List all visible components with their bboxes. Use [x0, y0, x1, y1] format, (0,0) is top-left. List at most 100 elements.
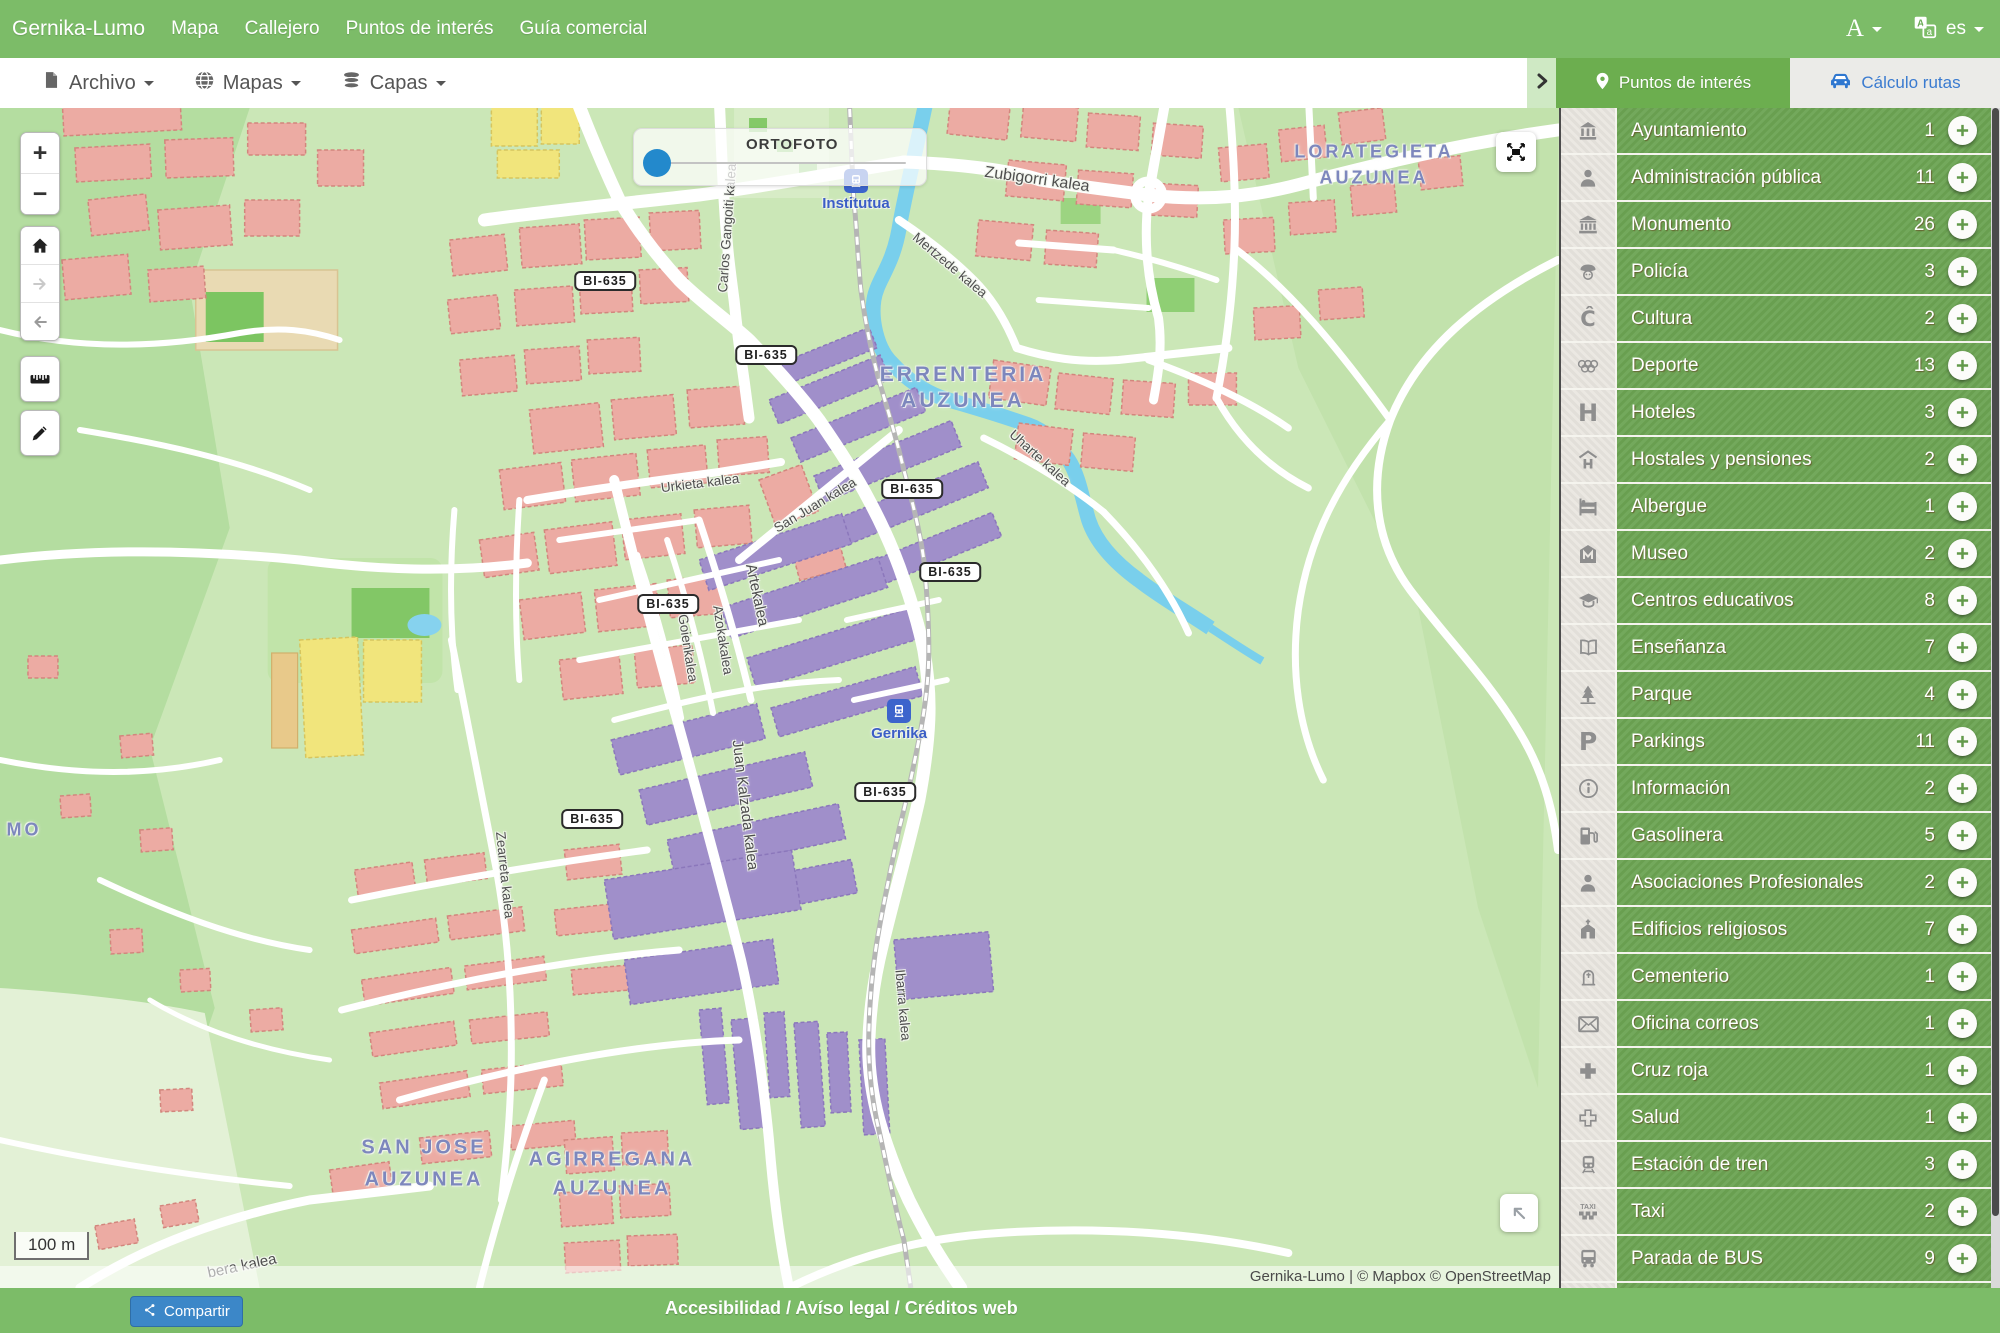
add-category-button[interactable] [1948, 163, 1977, 192]
nav-link-mapa[interactable]: Mapa [171, 18, 219, 40]
add-category-button[interactable] [1948, 351, 1977, 380]
sidebar-item-hoteles[interactable]: H Hoteles 3 [1561, 388, 1991, 435]
sidebar-item-taxi[interactable]: TAXI Taxi 2 [1561, 1187, 1991, 1234]
poi-category-label: Cultura [1631, 308, 1924, 330]
poi-category-label: Información [1631, 778, 1924, 800]
sidebar-collapse-button[interactable] [1527, 58, 1556, 108]
home-button[interactable] [21, 227, 59, 264]
add-category-button[interactable] [1948, 445, 1977, 474]
add-category-button[interactable] [1948, 116, 1977, 145]
sidebar-item-deporte[interactable]: Deporte 13 [1561, 341, 1991, 388]
add-category-button[interactable] [1948, 1197, 1977, 1226]
poi-category-count: 8 [1924, 590, 1935, 612]
font-size-control[interactable]: A [1846, 15, 1864, 43]
area-label: AUZUNEA [901, 389, 1025, 413]
add-category-button[interactable] [1948, 680, 1977, 709]
add-category-button[interactable] [1948, 1244, 1977, 1273]
sidebar-item-centros-educativos[interactable]: Centros educativos 8 [1561, 576, 1991, 623]
sidebar-item-cementerio[interactable]: Cementerio 1 [1561, 952, 1991, 999]
sidebar-item-clipped[interactable] [1561, 1281, 1991, 1288]
sidebar-item-policia[interactable]: Policía 3 [1561, 247, 1991, 294]
sidebar-item-parque[interactable]: Parque 4 [1561, 670, 1991, 717]
poi-category-label: Salud [1631, 1107, 1924, 1129]
info-icon [1561, 766, 1617, 811]
footer-links[interactable]: Accesibilidad / Avíso legal / Créditos w… [665, 1298, 1018, 1319]
add-category-button[interactable] [1948, 915, 1977, 944]
opacity-slider-knob[interactable] [643, 149, 671, 177]
measure-button[interactable] [20, 356, 60, 402]
sidebar-item-cruz-roja[interactable]: Cruz roja 1 [1561, 1046, 1991, 1093]
red-cross-icon [1561, 1048, 1617, 1093]
forward-button[interactable] [21, 264, 59, 302]
nav-link-callejero[interactable]: Callejero [245, 18, 320, 40]
sidebar-item-ayuntamiento[interactable]: Ayuntamiento 1 [1561, 108, 1991, 153]
poi-category-count: 2 [1924, 1201, 1935, 1223]
sidebar-item-albergue[interactable]: Albergue 1 [1561, 482, 1991, 529]
sidebar-item-hostales[interactable]: Hostales y pensiones 2 [1561, 435, 1991, 482]
sidebar-item-informacion[interactable]: Información 2 [1561, 764, 1991, 811]
add-category-button[interactable] [1948, 539, 1977, 568]
add-category-button[interactable] [1948, 774, 1977, 803]
map-canvas [0, 108, 1559, 1288]
fullscreen-icon [1504, 140, 1528, 164]
chevron-down-icon [291, 81, 301, 91]
fullscreen-button[interactable] [1496, 132, 1536, 172]
nav-link-guia[interactable]: Guía comercial [519, 18, 647, 40]
add-category-button[interactable] [1948, 1150, 1977, 1179]
sidebar-item-administracion-publica[interactable]: Administración pública 11 [1561, 153, 1991, 200]
menu-archivo[interactable]: Archivo [42, 69, 154, 97]
add-category-button[interactable] [1948, 210, 1977, 239]
menu-mapas[interactable]: Mapas [194, 70, 301, 97]
menu-capas[interactable]: Capas [341, 70, 446, 97]
sidebar-item-salud[interactable]: Salud 1 [1561, 1093, 1991, 1140]
add-category-button[interactable] [1948, 821, 1977, 850]
add-category-button[interactable] [1948, 398, 1977, 427]
add-category-button[interactable] [1948, 962, 1977, 991]
poi-category-label: Hoteles [1631, 402, 1924, 424]
road-shield: BI-635 [574, 271, 636, 291]
sidebar-item-museo[interactable]: Museo 2 [1561, 529, 1991, 576]
zoom-in-button[interactable]: + [21, 133, 59, 173]
back-button[interactable] [21, 302, 59, 340]
add-category-button[interactable] [1948, 1103, 1977, 1132]
share-button[interactable]: Compartir [130, 1296, 243, 1327]
language-selector[interactable]: es [1946, 18, 1966, 40]
add-category-button[interactable] [1948, 1009, 1977, 1038]
add-category-button[interactable] [1948, 1056, 1977, 1085]
sidebar-item-parkings[interactable]: P Parkings 11 [1561, 717, 1991, 764]
add-category-button[interactable] [1948, 257, 1977, 286]
brand-link[interactable]: Gernika-Lumo [12, 17, 145, 41]
tab-puntos-de-interes[interactable]: Puntos de interés [1556, 58, 1790, 108]
sidebar-item-edificios-religiosos[interactable]: Edificios religiosos 7 [1561, 905, 1991, 952]
sidebar-item-oficina-correos[interactable]: Oficina correos 1 [1561, 999, 1991, 1046]
nav-link-puntos[interactable]: Puntos de interés [346, 18, 494, 40]
add-category-button[interactable] [1948, 304, 1977, 333]
tab-calculo-rutas[interactable]: Cálculo rutas [1790, 58, 2000, 108]
opacity-slider-track[interactable] [656, 162, 906, 164]
poi-category-count: 3 [1924, 402, 1935, 424]
car-icon [1829, 71, 1852, 95]
map-attribution[interactable]: Gernika-Lumo | © Mapbox © OpenStreetMap [0, 1266, 1559, 1288]
add-category-button[interactable] [1948, 868, 1977, 897]
sidebar-item-monumento[interactable]: Monumento 26 [1561, 200, 1991, 247]
add-category-button[interactable] [1948, 727, 1977, 756]
sidebar-item-ensenanza[interactable]: Enseñanza 7 [1561, 623, 1991, 670]
pan-northwest-button[interactable] [1500, 1194, 1538, 1232]
sidebar-item-cultura[interactable]: Ĉ Cultura 2 [1561, 294, 1991, 341]
poi-category-count: 1 [1924, 1060, 1935, 1082]
add-category-button[interactable] [1948, 586, 1977, 615]
add-category-button[interactable] [1948, 633, 1977, 662]
poi-category-count: 1 [1924, 496, 1935, 518]
sidebar-item-gasolinera[interactable]: Gasolinera 5 [1561, 811, 1991, 858]
sidebar-item-asociaciones[interactable]: Asociaciones Profesionales 2 [1561, 858, 1991, 905]
scrollbar-thumb[interactable] [1992, 108, 1999, 1216]
poi-category-label: Cementerio [1631, 966, 1924, 988]
map-viewport[interactable]: ERRENTERIA AUZUNEA LORATEGIETA AUZUNEA S… [0, 108, 1559, 1288]
zoom-out-button[interactable]: − [21, 173, 59, 214]
add-category-button[interactable] [1948, 492, 1977, 521]
poi-category-count: 9 [1924, 1248, 1935, 1270]
station-marker-gernika[interactable]: Gernika [887, 699, 911, 723]
sidebar-item-parada-de-bus[interactable]: Parada de BUS 9 [1561, 1234, 1991, 1281]
draw-button[interactable] [20, 410, 60, 456]
sidebar-item-estacion-de-tren[interactable]: Estación de tren 3 [1561, 1140, 1991, 1187]
